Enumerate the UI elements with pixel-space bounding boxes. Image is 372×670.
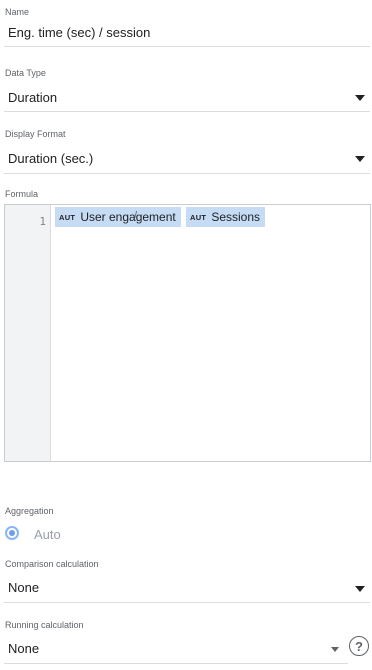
display-format-select[interactable]: Duration (sec.) bbox=[8, 151, 93, 166]
data-type-chevron-down-icon[interactable] bbox=[355, 95, 365, 101]
comparison-calculation-select[interactable]: None bbox=[8, 580, 39, 595]
formula-operator: / bbox=[134, 210, 138, 222]
comparison-calculation-label: Comparison calculation bbox=[5, 559, 99, 569]
formula-token-sessions[interactable]: AUT Sessions bbox=[186, 207, 266, 227]
token-text: User engagement bbox=[80, 210, 176, 224]
running-chevron-down-icon[interactable] bbox=[331, 647, 339, 652]
token-text: Sessions bbox=[211, 210, 261, 224]
formula-label: Formula bbox=[5, 189, 39, 199]
display-format-label: Display Format bbox=[5, 129, 66, 139]
line-number: 1 bbox=[39, 215, 46, 228]
comparison-chevron-down-icon[interactable] bbox=[355, 586, 365, 592]
formula-token-user-engagement[interactable]: AUT User engagement bbox=[55, 207, 181, 227]
formula-editor[interactable]: 1 AUT User engagement / AUT Sessions bbox=[4, 204, 371, 462]
data-type-select[interactable]: Duration bbox=[8, 90, 57, 105]
running-calculation-label: Running calculation bbox=[5, 620, 84, 630]
name-input[interactable]: Eng. time (sec) / session bbox=[8, 25, 150, 40]
aut-badge: AUT bbox=[190, 212, 207, 222]
line-gutter: 1 bbox=[5, 205, 51, 461]
data-type-label: Data Type bbox=[5, 68, 46, 78]
help-icon[interactable]: ? bbox=[349, 636, 369, 656]
aggregation-radio-label: Auto bbox=[34, 527, 61, 542]
display-format-chevron-down-icon[interactable] bbox=[355, 156, 365, 162]
aggregation-radio[interactable] bbox=[5, 526, 19, 540]
display-format-underline bbox=[4, 173, 370, 174]
data-type-underline bbox=[4, 111, 370, 112]
name-label: Name bbox=[5, 7, 30, 17]
name-underline bbox=[4, 46, 370, 47]
aggregation-label: Aggregation bbox=[5, 506, 54, 516]
aut-badge: AUT bbox=[59, 212, 76, 222]
running-calculation-select[interactable]: None bbox=[8, 641, 39, 656]
running-underline bbox=[4, 663, 348, 664]
comparison-underline bbox=[4, 602, 370, 603]
